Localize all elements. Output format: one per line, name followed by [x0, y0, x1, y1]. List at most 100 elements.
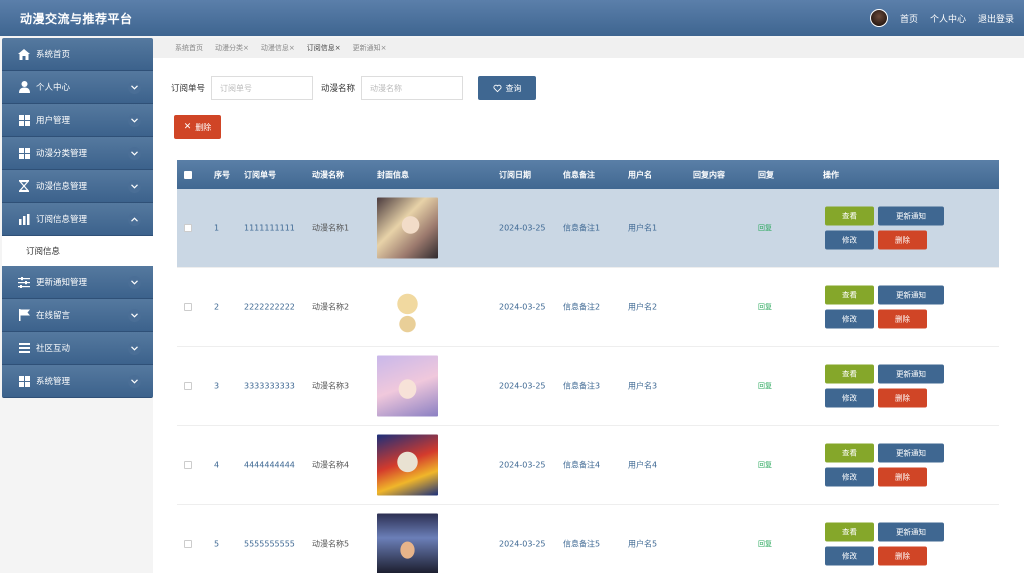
close-icon[interactable]: ×: [243, 44, 249, 52]
subscription-date: 2024-03-25: [499, 460, 546, 470]
row-index: 2: [214, 302, 220, 312]
chevron-down-icon[interactable]: [128, 114, 141, 127]
table-row[interactable]: 3 3333333333 动漫名称3 2024-03-25 信息备注3 用户名3 回复 查看更…: [177, 347, 999, 426]
query-button[interactable]: 查询: [478, 76, 537, 100]
chevron-down-icon[interactable]: [128, 309, 141, 322]
cover-image[interactable]: [377, 513, 438, 573]
column-header: 封面信息: [377, 170, 409, 179]
subscription-date: 2024-03-25: [499, 302, 546, 312]
anime-name-input[interactable]: 动漫名称: [361, 76, 464, 100]
close-icon[interactable]: ×: [381, 44, 387, 52]
edit-button[interactable]: 修改: [825, 546, 874, 566]
row-checkbox[interactable]: [184, 303, 192, 311]
batch-delete-button[interactable]: ✕ 删除: [174, 115, 221, 139]
column-header: 用户名: [628, 170, 652, 179]
sidebar-item-7[interactable]: 在线留言: [2, 299, 153, 332]
cover-image[interactable]: [377, 434, 438, 496]
chevron-down-icon[interactable]: [128, 147, 141, 160]
cover-image[interactable]: [377, 355, 438, 417]
sidebar-subitem-subscription[interactable]: 订阅信息: [2, 236, 153, 266]
view-button[interactable]: 查看: [825, 522, 874, 542]
row-checkbox[interactable]: [184, 224, 192, 232]
table-row[interactable]: 4 4444444444 动漫名称4 2024-03-25 信息备注4 用户名4 回复 查看更…: [177, 426, 999, 505]
update-notify-button[interactable]: 更新通知: [878, 206, 944, 226]
chevron-down-icon[interactable]: [128, 375, 141, 388]
chevron-down-icon[interactable]: [128, 180, 141, 193]
view-button[interactable]: 查看: [825, 206, 874, 226]
table-row[interactable]: 1 1111111111 动漫名称1 2024-03-25 信息备注1 用户名1 回复 查看更…: [177, 189, 999, 268]
edit-button[interactable]: 修改: [825, 230, 874, 250]
reply-link[interactable]: 回复: [758, 460, 772, 470]
delete-button[interactable]: 删除: [878, 388, 927, 408]
column-header: 信息备注: [563, 170, 595, 179]
order-number: 2222222222: [244, 302, 295, 312]
row-checkbox[interactable]: [184, 382, 192, 390]
table-row[interactable]: 5 5555555555 动漫名称5 2024-03-25 信息备注5 用户名5 回复 查看更…: [177, 505, 999, 573]
tab-0[interactable]: 系统首页: [175, 43, 203, 53]
tab-label: 订阅信息: [306, 44, 335, 52]
cover-image[interactable]: [377, 276, 438, 338]
close-icon[interactable]: ×: [289, 44, 295, 52]
tab-3[interactable]: 订阅信息×: [307, 43, 341, 53]
header-link-home[interactable]: 首页: [900, 12, 918, 25]
reply-link[interactable]: 回复: [758, 539, 772, 549]
header-link-profile[interactable]: 个人中心: [930, 12, 966, 25]
view-button[interactable]: 查看: [825, 364, 874, 384]
chevron-down-icon[interactable]: [128, 81, 141, 94]
reply-link[interactable]: 回复: [758, 302, 772, 312]
info-note: 信息备注3: [563, 381, 601, 391]
delete-button[interactable]: 删除: [878, 546, 927, 566]
edit-button[interactable]: 修改: [825, 309, 874, 329]
tab-4[interactable]: 更新通知×: [353, 43, 387, 53]
sidebar-item-2[interactable]: 用户管理: [2, 104, 153, 137]
header-actions: 首页 个人中心 退出登录: [869, 9, 1014, 27]
subscription-date: 2024-03-25: [499, 223, 546, 233]
home-icon: [18, 48, 30, 60]
update-notify-button[interactable]: 更新通知: [878, 443, 944, 463]
select-all-checkbox[interactable]: [184, 170, 192, 179]
sidebar-item-8[interactable]: 社区互动: [2, 332, 153, 365]
sidebar-item-1[interactable]: 个人中心: [2, 71, 153, 104]
edit-button[interactable]: 修改: [825, 467, 874, 487]
table-row[interactable]: 2 2222222222 动漫名称2 2024-03-25 信息备注2 用户名2 回复 查看更…: [177, 268, 999, 347]
row-actions: 查看 更新通知 修改 删除: [825, 364, 944, 408]
delete-button[interactable]: 删除: [878, 467, 927, 487]
row-index: 5: [214, 539, 220, 549]
chevron-down-icon[interactable]: [128, 342, 141, 355]
sidebar-item-0[interactable]: 系统首页: [2, 38, 153, 71]
update-notify-button[interactable]: 更新通知: [878, 364, 944, 384]
row-checkbox[interactable]: [184, 540, 192, 548]
update-notify-button[interactable]: 更新通知: [878, 285, 944, 305]
header-link-logout[interactable]: 退出登录: [978, 12, 1014, 25]
delete-button[interactable]: 删除: [878, 309, 927, 329]
sidebar-item-label: 个人中心: [36, 83, 71, 93]
row-checkbox[interactable]: [184, 461, 192, 469]
avatar[interactable]: [869, 9, 888, 27]
chevron-down-icon[interactable]: [128, 276, 141, 289]
sidebar-item-9[interactable]: 系统管理: [2, 365, 153, 398]
username: 用户名1: [628, 223, 658, 233]
anime-name: 动漫名称4: [312, 460, 350, 470]
order-number-input[interactable]: 订阅单号: [211, 76, 314, 100]
anime-name: 动漫名称5: [312, 539, 350, 549]
sidebar-item-3[interactable]: 动漫分类管理: [2, 137, 153, 170]
update-notify-button[interactable]: 更新通知: [878, 522, 944, 542]
chevron-up-icon[interactable]: [128, 213, 141, 226]
sidebar-item-4[interactable]: 动漫信息管理: [2, 170, 153, 203]
anime-name: 动漫名称3: [312, 381, 350, 391]
cover-image[interactable]: [377, 197, 438, 259]
view-button[interactable]: 查看: [825, 285, 874, 305]
tab-2[interactable]: 动漫信息×: [261, 43, 295, 53]
sidebar-item-6[interactable]: 更新通知管理: [2, 266, 153, 299]
reply-link[interactable]: 回复: [758, 381, 772, 391]
close-icon[interactable]: ×: [335, 44, 341, 52]
batch-delete-label: 删除: [195, 122, 212, 132]
order-number: 3333333333: [244, 381, 295, 391]
view-button[interactable]: 查看: [825, 443, 874, 463]
sidebar-item-5[interactable]: 订阅信息管理: [2, 203, 153, 236]
delete-button[interactable]: 删除: [878, 230, 927, 250]
reply-link[interactable]: 回复: [758, 223, 772, 233]
tab-1[interactable]: 动漫分类×: [215, 43, 249, 53]
edit-button[interactable]: 修改: [825, 388, 874, 408]
username: 用户名4: [628, 460, 658, 470]
